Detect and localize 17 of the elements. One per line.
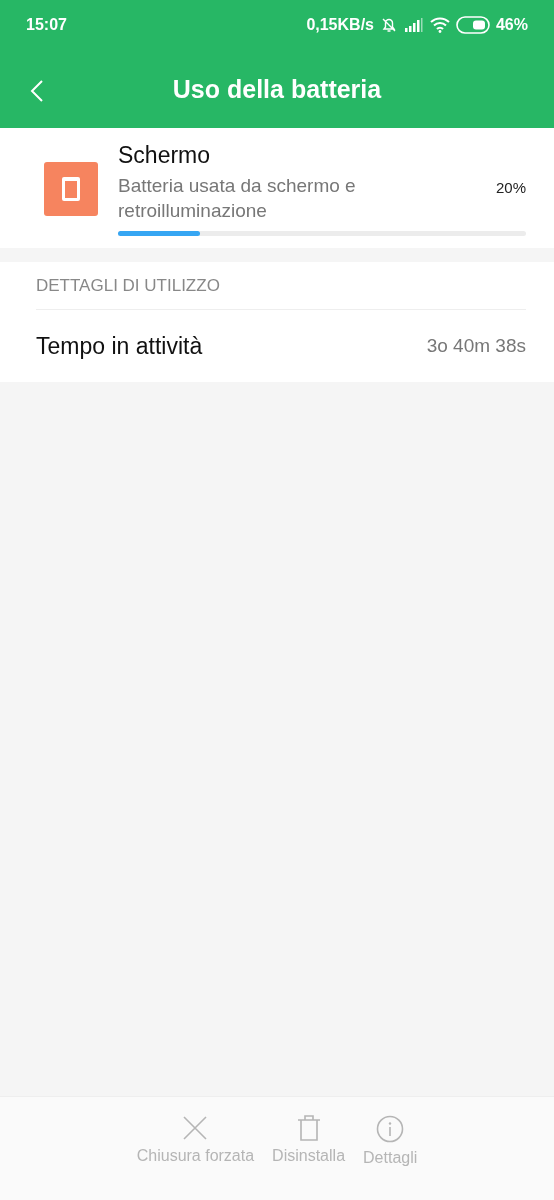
battery-icon (455, 16, 490, 34)
screen-icon (44, 162, 98, 216)
section-heading: DETTAGLI DI UTILIZZO (36, 262, 526, 310)
summary-title: Schermo (118, 142, 211, 169)
wifi-icon (429, 17, 450, 33)
trash-icon (295, 1115, 322, 1141)
signal-icon (403, 18, 424, 32)
close-icon (182, 1115, 209, 1141)
info-icon (376, 1115, 405, 1143)
summary-description: Batteria usata da schermo e retroilluminazione (118, 174, 357, 223)
usage-percent: 20% (495, 179, 526, 196)
status-time: 15:07 (26, 16, 67, 34)
battery-percent: 46% (495, 16, 528, 34)
screen-title: Uso della batteria (172, 74, 382, 104)
network-speed: 0,15KB/s (306, 16, 374, 34)
detail-label: Tempo in attività (36, 332, 203, 360)
detail-value: 3o 40m 38s (426, 335, 526, 357)
